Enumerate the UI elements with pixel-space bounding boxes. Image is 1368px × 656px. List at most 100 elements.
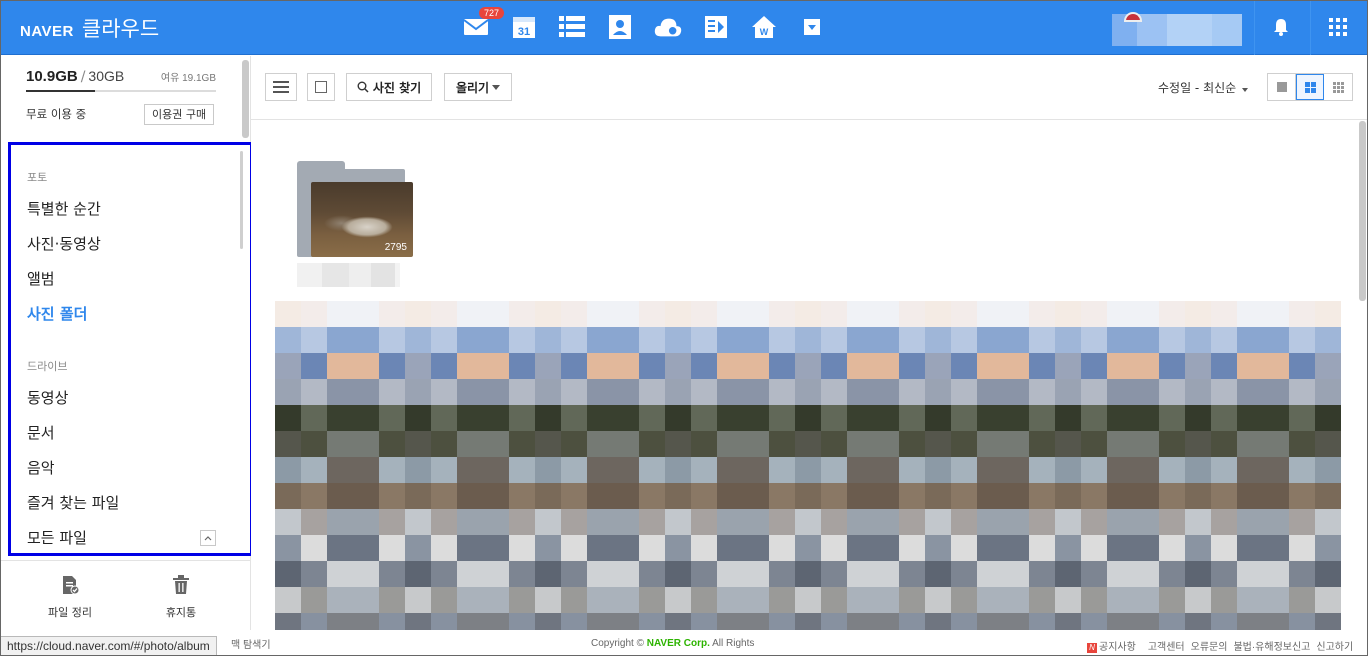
blurred-pixel	[665, 483, 691, 509]
blurred-pixel	[353, 431, 379, 457]
blurred-pixel	[561, 535, 587, 561]
upload-dropdown[interactable]: 올리기	[444, 73, 512, 101]
plan-status: 무료 이용 중	[26, 107, 87, 121]
blurred-pixel	[483, 353, 509, 379]
menu-toggle-button[interactable]	[265, 73, 297, 101]
blurred-pixel	[613, 561, 639, 587]
cloud-icon[interactable]	[654, 12, 682, 42]
sidebar-item-photo-folders[interactable]: 사진 폴더	[27, 303, 87, 324]
blurred-pixel	[483, 405, 509, 431]
sort-label: 수정일 - 최신순	[1158, 81, 1237, 95]
content-scrollbar[interactable]	[1359, 121, 1366, 301]
blurred-pixel	[1315, 379, 1341, 405]
trash-button[interactable]: 휴지통	[141, 575, 221, 620]
contacts-icon[interactable]	[606, 12, 634, 42]
mail-icon[interactable]: 727	[462, 7, 505, 42]
blurred-pixel	[1263, 561, 1289, 587]
blurred-pixel	[1185, 353, 1211, 379]
file-organize-button[interactable]: 파일 정리	[30, 575, 110, 620]
blurred-pixel	[431, 301, 457, 327]
blurred-pixel	[301, 587, 327, 613]
sidebar-item-all-files[interactable]: 모든 파일	[27, 527, 87, 548]
blurred-pixel	[1159, 353, 1185, 379]
blurred-pixel	[431, 405, 457, 431]
blurred-pixel	[327, 431, 353, 457]
memo-icon[interactable]	[702, 12, 730, 42]
sidebar-item-special-moments[interactable]: 특별한 순간	[27, 198, 101, 219]
blurred-pixel	[1107, 431, 1133, 457]
sort-dropdown[interactable]: 수정일 - 최신순	[1158, 79, 1249, 96]
blurred-pixel	[613, 613, 639, 630]
blurred-pixel	[1003, 301, 1029, 327]
blurred-pixel	[1185, 301, 1211, 327]
blurred-pixel	[587, 379, 613, 405]
blurred-pixel	[795, 587, 821, 613]
footer-link-notice[interactable]: N 공지사항	[1087, 638, 1142, 653]
footer-tip[interactable]: 맥 탐색기	[231, 636, 271, 651]
blurred-pixel	[1029, 535, 1055, 561]
sidebar-item-favorites[interactable]: 즐겨 찾는 파일	[27, 492, 119, 513]
blurred-pixel	[1029, 327, 1055, 353]
storage-separator: /	[80, 69, 86, 85]
blurred-pixel	[1107, 535, 1133, 561]
blurred-pixel	[587, 613, 613, 630]
blurred-pixel	[951, 535, 977, 561]
blurred-pixel	[899, 379, 925, 405]
collapse-button[interactable]	[200, 530, 216, 546]
blurred-pixel	[1133, 561, 1159, 587]
apps-grid-icon[interactable]	[1329, 18, 1347, 36]
blurred-pixel	[847, 509, 873, 535]
more-icon[interactable]	[798, 12, 826, 42]
blurred-pixel	[691, 509, 717, 535]
sidebar-scrollbar[interactable]	[242, 60, 249, 138]
blurred-pixel	[457, 535, 483, 561]
footer-link-error[interactable]: 오류문의	[1191, 638, 1228, 653]
calendar-icon[interactable]: 31	[510, 12, 538, 42]
sidebar-item-documents[interactable]: 문서	[27, 422, 55, 443]
blurred-pixel	[431, 353, 457, 379]
blurred-pixel	[925, 535, 951, 561]
blurred-pixel	[1159, 327, 1185, 353]
blurred-pixel	[977, 405, 1003, 431]
footer-link-report-harmful[interactable]: 불법·유해정보신고	[1233, 638, 1310, 653]
blurred-pixel	[665, 327, 691, 353]
blurred-pixel	[587, 327, 613, 353]
blurred-pixel	[847, 613, 873, 630]
blurred-pixel	[1003, 561, 1029, 587]
view-small-button[interactable]	[1324, 74, 1352, 100]
footer-link-help[interactable]: 고객센터	[1148, 638, 1185, 653]
blurred-pixel	[405, 561, 431, 587]
buy-plan-button[interactable]: 이용권 구매	[144, 104, 215, 125]
calendar-day: 31	[518, 26, 530, 38]
blurred-pixel	[1133, 353, 1159, 379]
photo-search-button[interactable]: 사진 찾기	[346, 73, 432, 101]
blurred-pixel	[301, 405, 327, 431]
user-profile[interactable]	[1112, 12, 1242, 46]
photo-folder-card[interactable]: 2795	[297, 161, 415, 257]
footer-link-report[interactable]: 신고하기	[1316, 638, 1353, 653]
menu-scrollbar[interactable]	[240, 151, 243, 249]
blurred-pixel	[1289, 431, 1315, 457]
select-all-checkbox[interactable]	[307, 73, 335, 101]
sidebar-item-albums[interactable]: 앨범	[27, 268, 55, 289]
blurred-pixel	[561, 561, 587, 587]
blurred-pixel	[665, 561, 691, 587]
sidebar-item-photos-videos[interactable]: 사진·동영상	[27, 233, 101, 254]
blurred-pixel	[587, 405, 613, 431]
blurred-pixel	[873, 509, 899, 535]
blurred-pixel	[457, 431, 483, 457]
naver-cloud-logo[interactable]: NAVER 클라우드	[20, 13, 159, 43]
blurred-pixel	[873, 613, 899, 630]
list-icon[interactable]	[558, 12, 586, 42]
view-medium-button[interactable]	[1296, 74, 1324, 100]
blurred-pixel	[405, 405, 431, 431]
home-icon[interactable]: W	[750, 12, 778, 42]
blurred-pixel	[873, 457, 899, 483]
sidebar-item-videos[interactable]: 동영상	[27, 387, 68, 408]
bell-icon[interactable]	[1272, 18, 1290, 40]
view-large-button[interactable]	[1268, 74, 1296, 100]
sidebar-item-music[interactable]: 음악	[27, 457, 55, 478]
blurred-pixel	[743, 457, 769, 483]
blurred-pixel	[925, 587, 951, 613]
content-toolbar: 사진 찾기 올리기 수정일 - 최신순	[251, 56, 1368, 120]
